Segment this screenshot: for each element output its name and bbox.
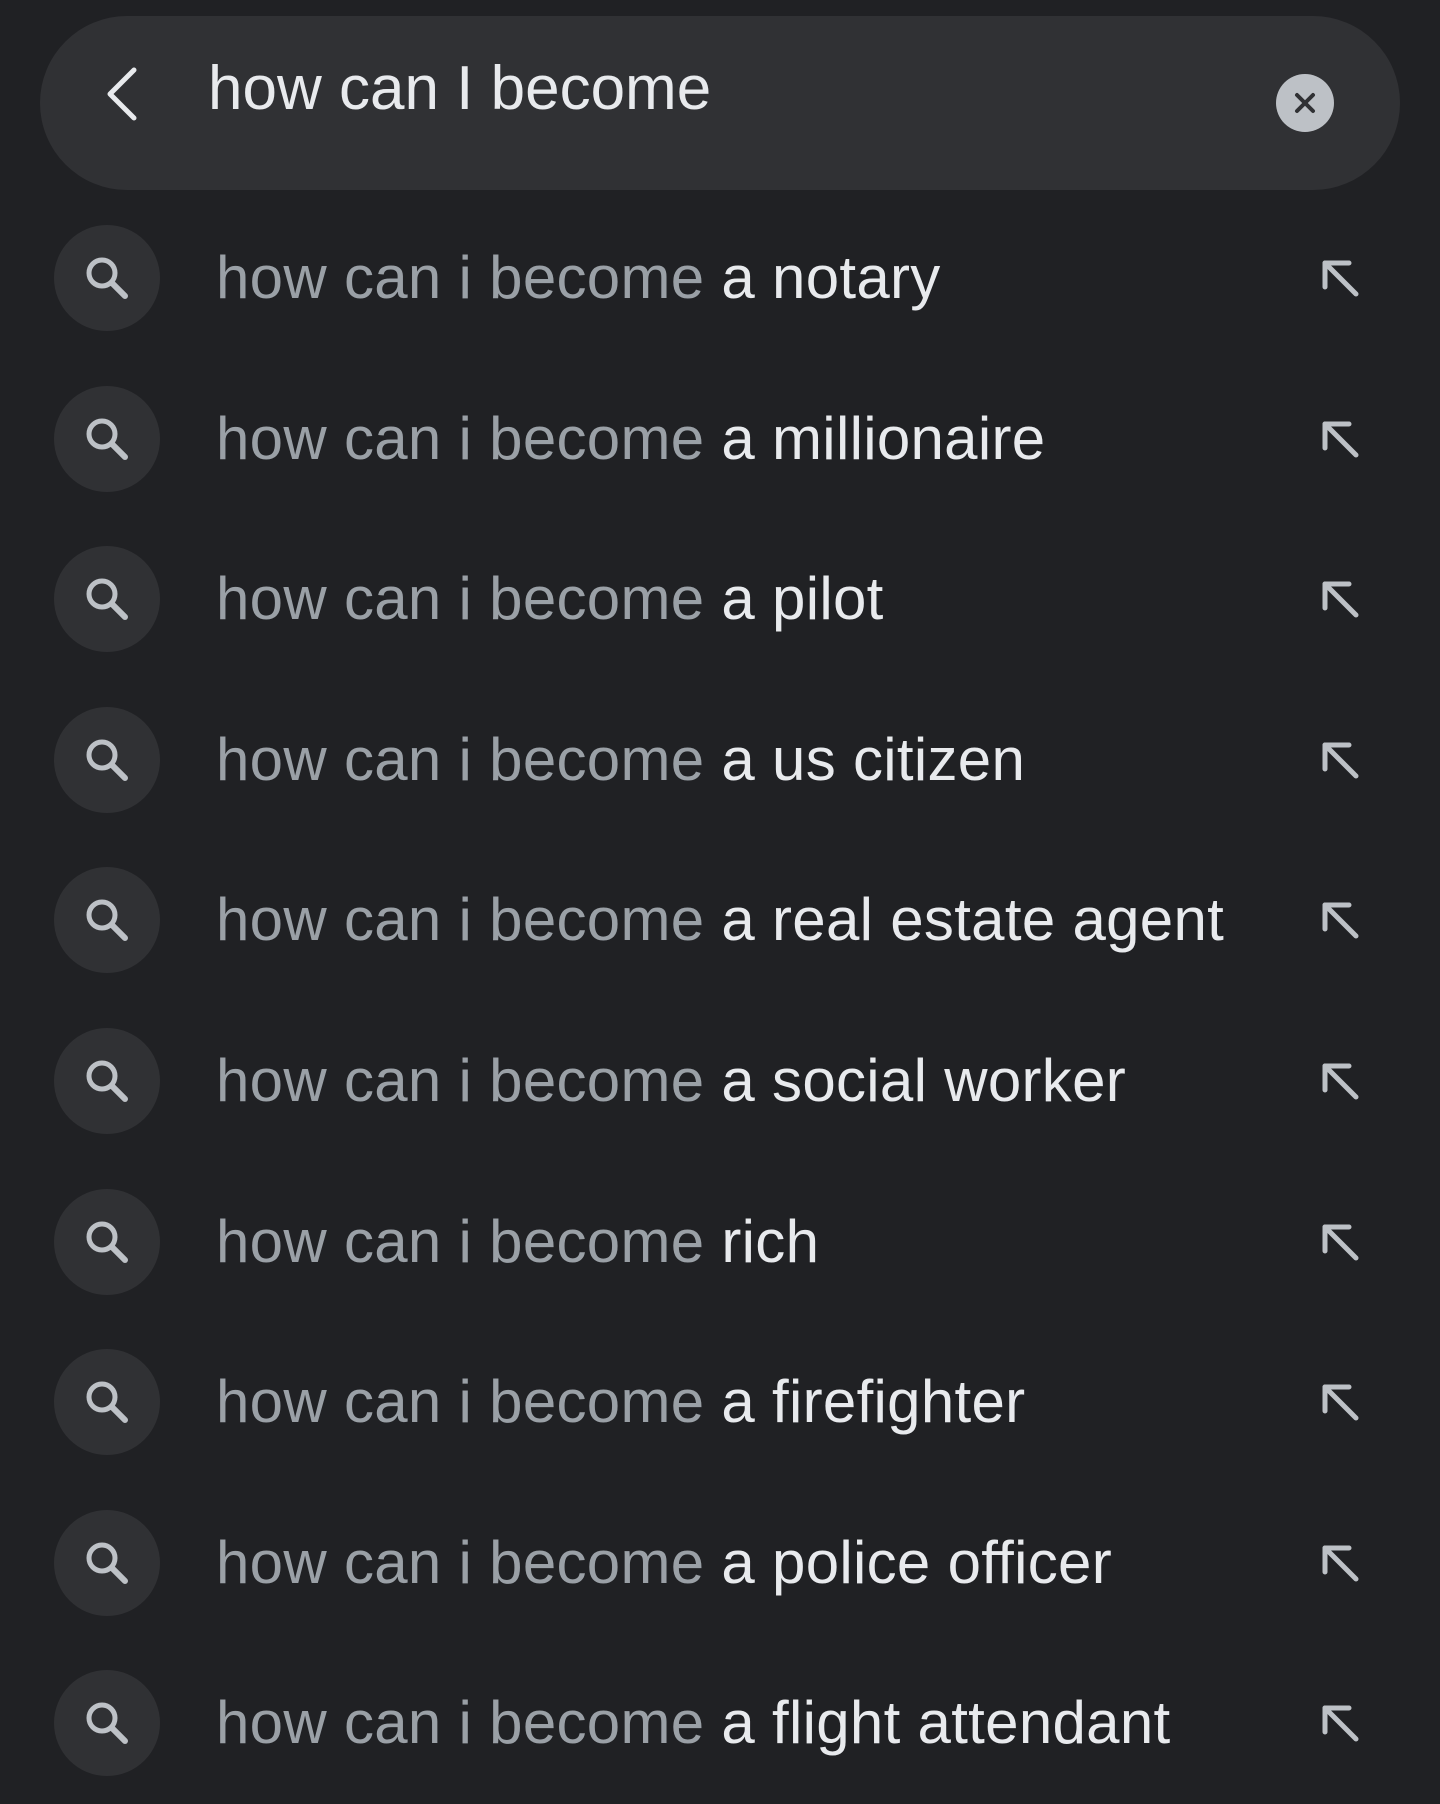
search-icon-badge [54,867,160,974]
suggestion-prefix: how can i become [216,1528,705,1596]
suggestion-text: how can i become a flight attendant [216,1643,1170,1803]
suggestion-completion: a firefighter [721,1368,1026,1436]
suggestion-text: how can i become a pilot [216,519,884,679]
fill-query-button[interactable] [1304,880,1376,960]
suggestion-item[interactable]: how can i become a real estate agent [0,840,1440,1001]
arrow-up-left-icon [1322,581,1359,618]
search-icon [86,418,128,460]
suggestion-completion: a police officer [721,1528,1112,1596]
suggestion-text: how can i become rich [216,1162,819,1322]
suggestion-prefix: how can i become [216,1368,705,1436]
fill-query-button[interactable] [1304,559,1376,639]
fill-query-button[interactable] [1304,1683,1376,1763]
suggestion-prefix: how can i become [216,1046,705,1114]
suggestion-item[interactable]: how can i become a firefighter [0,1322,1440,1483]
search-icon-badge [54,1027,160,1134]
search-icon-badge [54,225,160,331]
search-icon-badge [54,385,160,492]
search-icon [86,257,128,299]
search-icon [86,578,128,621]
suggestion-item[interactable]: how can i become a police officer [0,1483,1440,1644]
search-icon [86,1702,128,1745]
fill-query-button[interactable] [1304,1523,1376,1603]
arrow-up-left-icon [1322,1224,1359,1261]
suggestion-prefix: how can i become [216,404,705,472]
suggestion-item[interactable]: how can i become rich [0,1162,1440,1323]
search-icon [86,1381,128,1424]
suggestion-item[interactable]: how can i become a millionaire [0,359,1440,520]
suggestion-prefix: how can i become [216,725,705,793]
suggestion-item[interactable]: how can i become a us citizen [0,680,1440,841]
arrow-up-left-icon [1322,1545,1359,1582]
suggestion-completion: rich [721,1207,820,1275]
suggestion-completion: a social worker [721,1046,1127,1114]
suggestion-text: how can i become a firefighter [216,1322,1025,1482]
back-button[interactable] [80,52,164,136]
suggestion-completion: a millionaire [721,404,1046,472]
fill-query-button[interactable] [1304,1202,1376,1282]
fill-query-button[interactable] [1304,1041,1376,1121]
search-icon [86,739,128,781]
search-icon-badge [54,706,160,813]
suggestion-text: how can i become a social worker [216,1001,1126,1161]
suggestion-item[interactable]: how can i become a social worker [0,1001,1440,1162]
search-icon [86,1542,128,1584]
search-icon [86,899,128,942]
suggestion-text: how can i become a us citizen [216,680,1025,840]
fill-query-button[interactable] [1304,1362,1376,1442]
fill-query-button[interactable] [1304,238,1376,318]
search-icon [86,1221,128,1263]
search-icon-badge [54,1670,160,1777]
close-icon [1295,93,1315,113]
arrow-up-left-icon [1322,1063,1359,1100]
suggestion-item[interactable]: how can i become a pilot [0,519,1440,680]
suggestion-text: how can i become a millionaire [216,359,1045,519]
fill-query-button[interactable] [1304,720,1376,800]
suggestion-completion: a pilot [721,565,884,633]
search-icon-badge [54,546,160,653]
suggestion-prefix: how can i become [216,244,705,311]
suggestion-list: how can i become a notary how can i beco… [0,198,1440,1804]
suggestion-completion: a real estate agent [721,886,1225,954]
suggestion-text: how can i become a notary [216,198,941,358]
suggestion-completion: a notary [721,244,941,311]
search-icon-badge [54,1509,160,1616]
arrow-up-left-icon [1322,421,1359,458]
suggestion-prefix: how can i become [216,1689,705,1757]
arrow-up-left-icon [1322,902,1359,939]
chevron-left-icon [107,67,137,121]
suggestion-prefix: how can i become [216,565,705,633]
suggestion-item[interactable]: how can i become a notary [0,198,1440,359]
suggestion-text: how can i become a real estate agent [216,840,1224,1000]
suggestion-item[interactable]: how can i become a flight attendant [0,1643,1440,1804]
search-input[interactable] [208,40,1188,136]
search-icon-badge [54,1188,160,1295]
arrow-up-left-icon [1322,260,1359,297]
arrow-up-left-icon [1322,742,1359,779]
arrow-up-left-icon [1322,1705,1359,1742]
suggestion-completion: a flight attendant [721,1689,1171,1757]
clear-button[interactable] [1276,74,1334,132]
suggestion-completion: a us citizen [721,725,1026,793]
search-icon-badge [54,1349,160,1456]
suggestion-text: how can i become a police officer [216,1483,1112,1643]
suggestion-prefix: how can i become [216,1207,705,1275]
fill-query-button[interactable] [1304,399,1376,479]
search-icon [86,1060,128,1102]
suggestion-prefix: how can i become [216,886,705,954]
arrow-up-left-icon [1322,1384,1359,1421]
